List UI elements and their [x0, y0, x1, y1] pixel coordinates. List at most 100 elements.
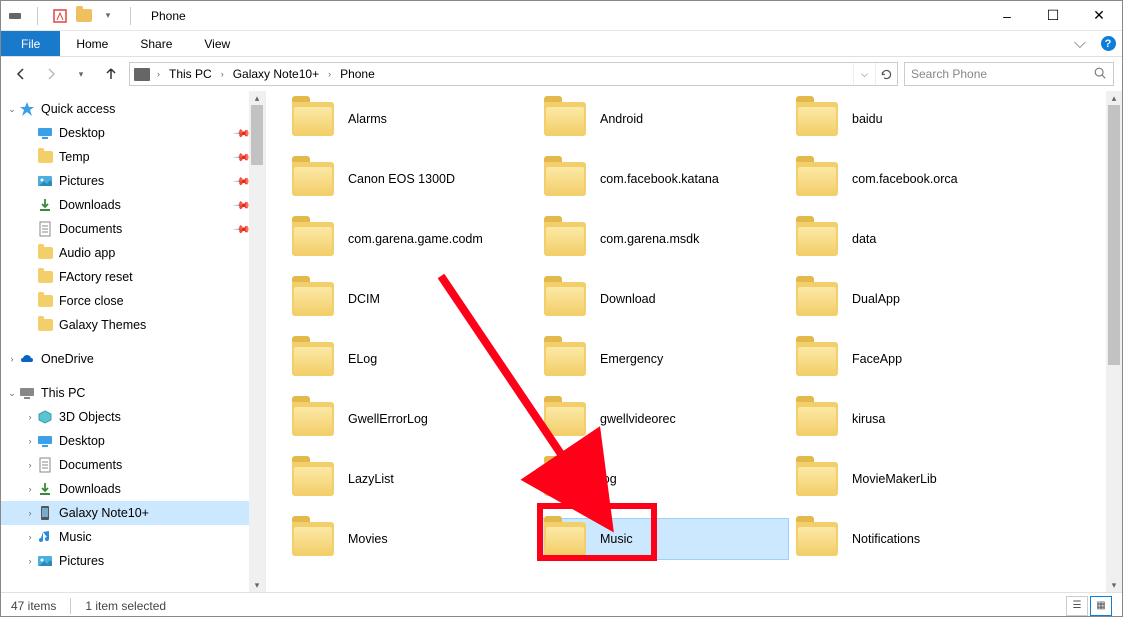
- scroll-up-arrow-icon[interactable]: ▴: [1106, 91, 1122, 105]
- scrollbar-thumb[interactable]: [1108, 105, 1120, 365]
- collapse-ribbon-icon[interactable]: ⌵: [1066, 31, 1094, 56]
- up-button[interactable]: [99, 62, 123, 86]
- tree-item-pictures[interactable]: ›Pictures: [1, 549, 265, 573]
- folder-item-com-garena-game-codm[interactable]: com.garena.game.codm: [286, 219, 536, 259]
- view-tab[interactable]: View: [188, 31, 246, 56]
- content-scrollbar[interactable]: ▴ ▾: [1106, 91, 1122, 592]
- expand-chevron-icon[interactable]: ›: [23, 412, 37, 422]
- folder-item-elog[interactable]: ELog: [286, 339, 536, 379]
- tree-item-music[interactable]: ›Music: [1, 525, 265, 549]
- folder-item-lazylist[interactable]: LazyList: [286, 459, 536, 499]
- home-tab[interactable]: Home: [60, 31, 124, 56]
- close-button[interactable]: ✕: [1076, 1, 1122, 31]
- folder-item-android[interactable]: Android: [538, 99, 788, 139]
- expand-chevron-icon[interactable]: ⌄: [5, 104, 19, 115]
- tree-item-galaxy-note10-[interactable]: › Galaxy Note10+: [1, 501, 265, 525]
- chevron-icon[interactable]: ›: [325, 69, 334, 79]
- folder-item-music[interactable]: Music: [538, 519, 788, 559]
- expand-chevron-icon[interactable]: ›: [23, 532, 37, 542]
- breadcrumb-segment[interactable]: Phone: [334, 63, 381, 85]
- tree-item-3d-objects[interactable]: › 3D Objects: [1, 405, 265, 429]
- chevron-icon[interactable]: ›: [218, 69, 227, 79]
- tree-item-downloads[interactable]: ›Downloads: [1, 477, 265, 501]
- expand-chevron-icon[interactable]: ›: [23, 508, 37, 518]
- folder-icon: [292, 282, 334, 316]
- refresh-button[interactable]: [875, 63, 897, 85]
- dropdown-chevron-icon[interactable]: ▾: [100, 8, 116, 24]
- expand-chevron-icon[interactable]: ›: [23, 460, 37, 470]
- scroll-down-arrow-icon[interactable]: ▾: [249, 578, 265, 592]
- expand-chevron-icon[interactable]: ›: [23, 436, 37, 446]
- expand-chevron-icon[interactable]: ›: [23, 484, 37, 494]
- file-tab[interactable]: File: [1, 31, 60, 56]
- expand-chevron-icon[interactable]: ⌄: [5, 388, 19, 399]
- folder-item-notifications[interactable]: Notifications: [790, 519, 1040, 559]
- folder-item-dcim[interactable]: DCIM: [286, 279, 536, 319]
- folder-label: Download: [600, 292, 656, 306]
- address-bar[interactable]: › This PC › Galaxy Note10+ › Phone ⌵: [129, 62, 898, 86]
- folder-item-data[interactable]: data: [790, 219, 1040, 259]
- help-button[interactable]: ?: [1094, 31, 1122, 56]
- back-button[interactable]: [9, 62, 33, 86]
- folder-item-com-garena-msdk[interactable]: com.garena.msdk: [538, 219, 788, 259]
- search-input[interactable]: Search Phone: [904, 62, 1114, 86]
- breadcrumb-segment[interactable]: Galaxy Note10+: [227, 63, 325, 85]
- folder-item-gwellvideorec[interactable]: gwellvideorec: [538, 399, 788, 439]
- tree-item-pictures[interactable]: Pictures📌: [1, 169, 265, 193]
- tree-item-audio-app[interactable]: Audio app: [1, 241, 265, 265]
- breadcrumb-segment[interactable]: This PC: [163, 63, 218, 85]
- details-view-button[interactable]: ☰: [1066, 596, 1088, 616]
- tree-item-force-close[interactable]: Force close: [1, 289, 265, 313]
- folder-icon: [37, 317, 53, 333]
- expand-chevron-icon[interactable]: ›: [5, 354, 19, 364]
- tree-item-factory-reset[interactable]: FActory reset: [1, 265, 265, 289]
- folder-item-download[interactable]: Download: [538, 279, 788, 319]
- tree-item-documents[interactable]: ›Documents: [1, 453, 265, 477]
- recent-locations-button[interactable]: ▾: [69, 62, 93, 86]
- tree-item-quick-access[interactable]: ⌄Quick access: [1, 97, 265, 121]
- folder-item-kirusa[interactable]: kirusa: [790, 399, 1040, 439]
- large-icons-view-button[interactable]: ▦: [1090, 596, 1112, 616]
- chevron-icon[interactable]: ›: [154, 69, 163, 79]
- folder-item-log[interactable]: log: [538, 459, 788, 499]
- desktop-icon: [37, 433, 53, 449]
- folder-icon: [796, 342, 838, 376]
- folder-icon: [37, 149, 53, 165]
- folder-item-canon-eos-1300d[interactable]: Canon EOS 1300D: [286, 159, 536, 199]
- tree-item-desktop[interactable]: Desktop📌: [1, 121, 265, 145]
- folder-item-moviemakerlib[interactable]: MovieMakerLib: [790, 459, 1040, 499]
- folder-item-dualapp[interactable]: DualApp: [790, 279, 1040, 319]
- folder-label: GwellErrorLog: [348, 412, 428, 426]
- scroll-down-arrow-icon[interactable]: ▾: [1106, 578, 1122, 592]
- forward-button[interactable]: [39, 62, 63, 86]
- folder-item-emergency[interactable]: Emergency: [538, 339, 788, 379]
- maximize-button[interactable]: ☐: [1030, 1, 1076, 31]
- tree-item-temp[interactable]: Temp📌: [1, 145, 265, 169]
- scrollbar-thumb[interactable]: [251, 105, 263, 165]
- tree-item-onedrive[interactable]: ›OneDrive: [1, 347, 265, 371]
- folder-item-baidu[interactable]: baidu: [790, 99, 1040, 139]
- tree-item-documents[interactable]: Documents📌: [1, 217, 265, 241]
- scroll-up-arrow-icon[interactable]: ▴: [249, 91, 265, 105]
- expand-chevron-icon[interactable]: ›: [23, 556, 37, 566]
- search-placeholder: Search Phone: [911, 67, 987, 81]
- tree-item-this-pc[interactable]: ⌄This PC: [1, 381, 265, 405]
- tree-item-label: 3D Objects: [59, 410, 121, 424]
- tree-item-label: Galaxy Note10+: [59, 506, 149, 520]
- folder-item-faceapp[interactable]: FaceApp: [790, 339, 1040, 379]
- minimize-button[interactable]: –: [984, 1, 1030, 31]
- folder-icon: [544, 282, 586, 316]
- documents-icon: [37, 221, 53, 237]
- tree-item-galaxy-themes[interactable]: Galaxy Themes: [1, 313, 265, 337]
- folder-item-movies[interactable]: Movies: [286, 519, 536, 559]
- properties-icon[interactable]: [52, 8, 68, 24]
- previous-locations-button[interactable]: ⌵: [853, 63, 875, 85]
- folder-item-gwellerrorlog[interactable]: GwellErrorLog: [286, 399, 536, 439]
- tree-item-desktop[interactable]: ›Desktop: [1, 429, 265, 453]
- folder-item-alarms[interactable]: Alarms: [286, 99, 536, 139]
- tree-item-downloads[interactable]: Downloads📌: [1, 193, 265, 217]
- folder-item-com-facebook-katana[interactable]: com.facebook.katana: [538, 159, 788, 199]
- folder-item-com-facebook-orca[interactable]: com.facebook.orca: [790, 159, 1040, 199]
- share-tab[interactable]: Share: [124, 31, 188, 56]
- sidebar-scrollbar[interactable]: ▴ ▾: [249, 91, 265, 592]
